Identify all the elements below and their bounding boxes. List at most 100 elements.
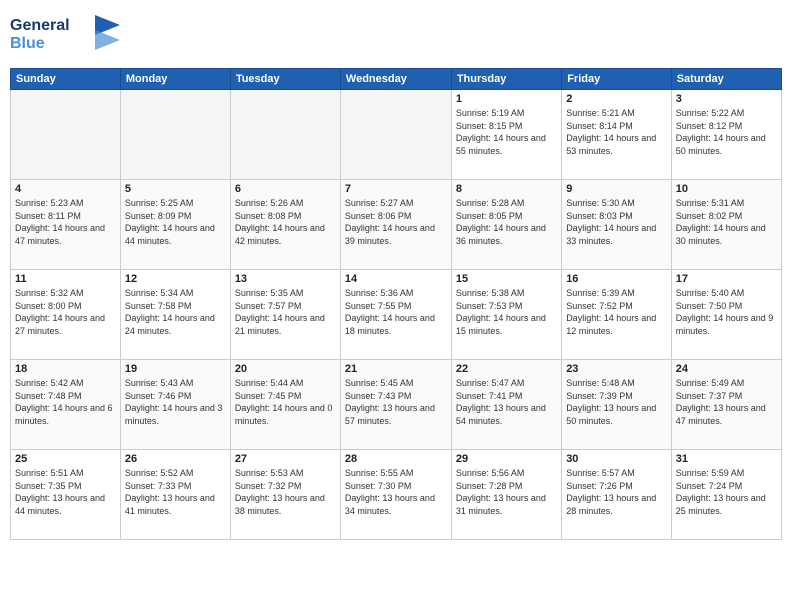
day-cell-5: 5 Sunrise: 5:25 AMSunset: 8:09 PMDaylight… (120, 180, 230, 270)
calendar-week-3: 11Sunrise: 5:32 AMSunset: 8:00 PMDayligh… (11, 270, 782, 360)
day-number: 22 (456, 363, 557, 375)
day-number: 2 (566, 93, 667, 105)
day-number: 4 (15, 183, 116, 195)
svg-text:Blue: Blue (10, 35, 45, 52)
day-info: Sunrise: 5:36 AMSunset: 7:55 PMDaylight:… (345, 287, 447, 337)
day-number: 16 (566, 273, 667, 285)
day-info: Sunrise: 5:35 AMSunset: 7:57 PMDaylight:… (235, 287, 336, 337)
day-number: 17 (676, 273, 777, 285)
day-cell-11: 11Sunrise: 5:32 AMSunset: 8:00 PMDayligh… (11, 270, 121, 360)
day-info: Sunrise: 5:59 AMSunset: 7:24 PMDaylight:… (676, 467, 777, 517)
day-number: 13 (235, 273, 336, 285)
day-number: 21 (345, 363, 447, 375)
empty-cell (340, 90, 451, 180)
day-info: Sunrise: 5:25 AMSunset: 8:09 PMDaylight:… (125, 197, 226, 247)
day-cell-14: 14 Sunrise: 5:36 AMSunset: 7:55 PMDayligh… (340, 270, 451, 360)
svg-text:General: General (10, 17, 70, 34)
day-number: 25 (15, 453, 116, 465)
day-info: Sunrise: 5:27 AMSunset: 8:06 PMDaylight:… (345, 197, 447, 247)
day-number: 1 (456, 93, 557, 105)
day-info: Sunrise: 5:23 AMSunset: 8:11 PMDaylight:… (15, 197, 116, 247)
day-number: 6 (235, 183, 336, 195)
day-number: 18 (15, 363, 116, 375)
day-number: 27 (235, 453, 336, 465)
day-cell-3: 3Sunrise: 5:22 AMSunset: 8:12 PMDaylight… (671, 90, 781, 180)
day-cell-24: 24 Sunrise: 5:49 AMSunset: 7:37 PMDayligh… (671, 360, 781, 450)
day-info: Sunrise: 5:21 AMSunset: 8:14 PMDaylight:… (566, 107, 667, 157)
day-info: Sunrise: 5:51 AMSunset: 7:35 PMDaylight:… (15, 467, 116, 517)
day-number: 9 (566, 183, 667, 195)
day-cell-19: 19Sunrise: 5:43 AMSunset: 7:46 PMDayligh… (120, 360, 230, 450)
calendar-week-4: 18 Sunrise: 5:42 AMSunset: 7:48 PMDayligh… (11, 360, 782, 450)
day-info: Sunrise: 5:47 AMSunset: 7:41 PMDaylight:… (456, 377, 557, 427)
day-cell-27: 27Sunrise: 5:53 AMSunset: 7:32 PMDayligh… (230, 450, 340, 540)
weekday-header-friday: Friday (562, 69, 672, 90)
day-info: Sunrise: 5:34 AMSunset: 7:58 PMDaylight:… (125, 287, 226, 337)
day-number: 14 (345, 273, 447, 285)
day-info: Sunrise: 5:31 AMSunset: 8:02 PMDaylight:… (676, 197, 777, 247)
day-number: 28 (345, 453, 447, 465)
day-cell-28: 28 Sunrise: 5:55 AMSunset: 7:30 PMDayligh… (340, 450, 451, 540)
logo-text-block: General Blue (10, 10, 120, 60)
day-number: 26 (125, 453, 226, 465)
day-info: Sunrise: 5:40 AMSunset: 7:50 PMDaylight:… (676, 287, 777, 337)
day-number: 23 (566, 363, 667, 375)
day-cell-7: 7 Sunrise: 5:27 AMSunset: 8:06 PMDaylight… (340, 180, 451, 270)
weekday-header-tuesday: Tuesday (230, 69, 340, 90)
day-number: 30 (566, 453, 667, 465)
empty-cell (230, 90, 340, 180)
day-cell-20: 20 Sunrise: 5:44 AMSunset: 7:45 PMDayligh… (230, 360, 340, 450)
day-cell-18: 18 Sunrise: 5:42 AMSunset: 7:48 PMDayligh… (11, 360, 121, 450)
day-cell-26: 26 Sunrise: 5:52 AMSunset: 7:33 PMDayligh… (120, 450, 230, 540)
day-cell-8: 8 Sunrise: 5:28 AMSunset: 8:05 PMDaylight… (451, 180, 561, 270)
day-info: Sunrise: 5:52 AMSunset: 7:33 PMDaylight:… (125, 467, 226, 517)
logo: General Blue (10, 10, 120, 60)
day-info: Sunrise: 5:30 AMSunset: 8:03 PMDaylight:… (566, 197, 667, 247)
day-cell-13: 13 Sunrise: 5:35 AMSunset: 7:57 PMDayligh… (230, 270, 340, 360)
day-info: Sunrise: 5:28 AMSunset: 8:05 PMDaylight:… (456, 197, 557, 247)
day-number: 5 (125, 183, 226, 195)
day-info: Sunrise: 5:26 AMSunset: 8:08 PMDaylight:… (235, 197, 336, 247)
day-cell-4: 4 Sunrise: 5:23 AMSunset: 8:11 PMDaylight… (11, 180, 121, 270)
day-cell-10: 10Sunrise: 5:31 AMSunset: 8:02 PMDayligh… (671, 180, 781, 270)
day-cell-21: 21Sunrise: 5:45 AMSunset: 7:43 PMDayligh… (340, 360, 451, 450)
day-cell-22: 22 Sunrise: 5:47 AMSunset: 7:41 PMDayligh… (451, 360, 561, 450)
day-cell-12: 12Sunrise: 5:34 AMSunset: 7:58 PMDayligh… (120, 270, 230, 360)
day-number: 19 (125, 363, 226, 375)
weekday-header-monday: Monday (120, 69, 230, 90)
day-info: Sunrise: 5:57 AMSunset: 7:26 PMDaylight:… (566, 467, 667, 517)
day-number: 8 (456, 183, 557, 195)
empty-cell (120, 90, 230, 180)
day-info: Sunrise: 5:39 AMSunset: 7:52 PMDaylight:… (566, 287, 667, 337)
day-number: 15 (456, 273, 557, 285)
header: General Blue (10, 10, 782, 60)
day-cell-31: 31 Sunrise: 5:59 AMSunset: 7:24 PMDayligh… (671, 450, 781, 540)
day-cell-17: 17 Sunrise: 5:40 AMSunset: 7:50 PMDayligh… (671, 270, 781, 360)
day-number: 31 (676, 453, 777, 465)
calendar-week-2: 4 Sunrise: 5:23 AMSunset: 8:11 PMDaylight… (11, 180, 782, 270)
day-info: Sunrise: 5:22 AMSunset: 8:12 PMDaylight:… (676, 107, 777, 157)
day-info: Sunrise: 5:44 AMSunset: 7:45 PMDaylight:… (235, 377, 336, 427)
calendar-week-1: 1 Sunrise: 5:19 AMSunset: 8:15 PMDaylight… (11, 90, 782, 180)
day-info: Sunrise: 5:49 AMSunset: 7:37 PMDaylight:… (676, 377, 777, 427)
day-number: 7 (345, 183, 447, 195)
day-cell-23: 23Sunrise: 5:48 AMSunset: 7:39 PMDayligh… (562, 360, 672, 450)
day-cell-16: 16 Sunrise: 5:39 AMSunset: 7:52 PMDayligh… (562, 270, 672, 360)
day-cell-9: 9 Sunrise: 5:30 AMSunset: 8:03 PMDaylight… (562, 180, 672, 270)
day-number: 20 (235, 363, 336, 375)
weekday-header-saturday: Saturday (671, 69, 781, 90)
day-info: Sunrise: 5:42 AMSunset: 7:48 PMDaylight:… (15, 377, 116, 427)
weekday-header-wednesday: Wednesday (340, 69, 451, 90)
day-number: 29 (456, 453, 557, 465)
day-cell-6: 6 Sunrise: 5:26 AMSunset: 8:08 PMDaylight… (230, 180, 340, 270)
day-cell-2: 2 Sunrise: 5:21 AMSunset: 8:14 PMDaylight… (562, 90, 672, 180)
day-number: 24 (676, 363, 777, 375)
day-cell-15: 15Sunrise: 5:38 AMSunset: 7:53 PMDayligh… (451, 270, 561, 360)
day-info: Sunrise: 5:55 AMSunset: 7:30 PMDaylight:… (345, 467, 447, 517)
calendar-week-5: 25 Sunrise: 5:51 AMSunset: 7:35 PMDayligh… (11, 450, 782, 540)
day-info: Sunrise: 5:56 AMSunset: 7:28 PMDaylight:… (456, 467, 557, 517)
day-cell-25: 25 Sunrise: 5:51 AMSunset: 7:35 PMDayligh… (11, 450, 121, 540)
day-info: Sunrise: 5:19 AMSunset: 8:15 PMDaylight:… (456, 107, 557, 157)
day-info: Sunrise: 5:32 AMSunset: 8:00 PMDaylight:… (15, 287, 116, 337)
day-cell-29: 29 Sunrise: 5:56 AMSunset: 7:28 PMDayligh… (451, 450, 561, 540)
